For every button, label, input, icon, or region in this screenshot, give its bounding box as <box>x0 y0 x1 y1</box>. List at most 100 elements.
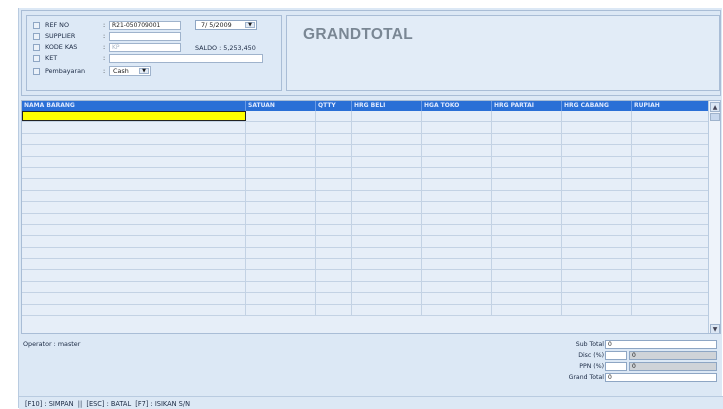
column-header[interactable]: QTTY <box>316 101 352 111</box>
column-header[interactable]: RUPIAH <box>632 101 709 111</box>
table-cell[interactable] <box>422 156 492 167</box>
table-cell[interactable] <box>22 293 246 304</box>
table-cell[interactable] <box>246 167 316 179</box>
table-row[interactable] <box>22 293 709 305</box>
table-cell[interactable] <box>352 156 422 167</box>
table-cell[interactable] <box>246 202 316 213</box>
table-cell[interactable] <box>492 190 562 202</box>
column-header[interactable]: HRG CABANG <box>562 101 632 111</box>
pembayaran-checkbox[interactable] <box>33 67 40 75</box>
table-cell[interactable] <box>422 213 492 224</box>
table-cell[interactable] <box>422 236 492 247</box>
table-cell[interactable] <box>246 304 316 316</box>
table-cell[interactable] <box>492 213 562 224</box>
table-cell[interactable] <box>632 304 709 316</box>
table-cell[interactable] <box>352 190 422 202</box>
table-cell[interactable] <box>22 156 246 167</box>
chevron-down-icon[interactable]: ▼ <box>245 22 255 28</box>
table-cell[interactable] <box>316 179 352 190</box>
table-cell[interactable] <box>316 133 352 145</box>
table-cell[interactable] <box>316 293 352 304</box>
ppn-percent-field[interactable] <box>605 362 627 371</box>
table-cell[interactable] <box>352 236 422 247</box>
table-cell[interactable] <box>562 111 632 122</box>
table-cell[interactable] <box>22 270 246 281</box>
table-cell[interactable] <box>316 224 352 236</box>
table-cell[interactable] <box>22 259 246 270</box>
table-cell[interactable] <box>352 111 422 122</box>
table-cell[interactable] <box>492 247 562 259</box>
table-cell[interactable] <box>316 122 352 133</box>
table-cell[interactable] <box>316 145 352 156</box>
table-cell[interactable] <box>352 247 422 259</box>
table-cell[interactable] <box>632 270 709 281</box>
table-cell[interactable] <box>632 293 709 304</box>
supplier-field[interactable] <box>109 31 181 41</box>
table-cell[interactable] <box>22 179 246 190</box>
table-row[interactable] <box>22 111 709 123</box>
table-row[interactable] <box>22 224 709 237</box>
table-row[interactable] <box>22 270 709 282</box>
table-cell[interactable] <box>352 224 422 236</box>
table-row[interactable] <box>22 145 709 157</box>
scroll-down-icon[interactable]: ▼ <box>710 324 720 333</box>
table-cell[interactable] <box>562 270 632 281</box>
table-cell[interactable] <box>632 179 709 190</box>
scroll-up-icon[interactable]: ▲ <box>710 102 720 112</box>
active-cell[interactable] <box>22 111 246 122</box>
table-row[interactable] <box>22 179 709 191</box>
table-cell[interactable] <box>632 236 709 247</box>
table-cell[interactable] <box>562 236 632 247</box>
table-cell[interactable] <box>632 167 709 179</box>
column-header[interactable]: NAMA BARANG <box>22 101 246 111</box>
table-cell[interactable] <box>246 179 316 190</box>
table-cell[interactable] <box>246 111 316 122</box>
pembayaran-select[interactable]: Cash ▼ <box>109 66 151 76</box>
table-cell[interactable] <box>562 122 632 133</box>
table-cell[interactable] <box>492 304 562 316</box>
table-cell[interactable] <box>422 304 492 316</box>
column-header[interactable]: SATUAN <box>246 101 316 111</box>
table-cell[interactable] <box>352 122 422 133</box>
table-cell[interactable] <box>316 259 352 270</box>
table-cell[interactable] <box>422 111 492 122</box>
column-header[interactable]: HRG PARTAI <box>492 101 562 111</box>
table-row[interactable] <box>22 167 709 180</box>
table-cell[interactable] <box>422 224 492 236</box>
table-cell[interactable] <box>492 270 562 281</box>
table-cell[interactable] <box>492 293 562 304</box>
table-cell[interactable] <box>562 133 632 145</box>
table-cell[interactable] <box>22 190 246 202</box>
table-cell[interactable] <box>352 281 422 293</box>
table-cell[interactable] <box>422 122 492 133</box>
table-row[interactable] <box>22 122 709 134</box>
table-cell[interactable] <box>422 167 492 179</box>
table-cell[interactable] <box>352 213 422 224</box>
column-header[interactable]: HRG BELI <box>352 101 422 111</box>
table-cell[interactable] <box>246 122 316 133</box>
table-cell[interactable] <box>316 202 352 213</box>
table-cell[interactable] <box>352 270 422 281</box>
table-cell[interactable] <box>562 281 632 293</box>
table-cell[interactable] <box>562 259 632 270</box>
table-cell[interactable] <box>246 236 316 247</box>
disc-percent-field[interactable] <box>605 351 627 360</box>
table-cell[interactable] <box>492 111 562 122</box>
table-cell[interactable] <box>352 202 422 213</box>
table-cell[interactable] <box>22 202 246 213</box>
table-cell[interactable] <box>632 281 709 293</box>
table-row[interactable] <box>22 133 709 146</box>
table-cell[interactable] <box>562 156 632 167</box>
table-cell[interactable] <box>632 111 709 122</box>
table-row[interactable] <box>22 190 709 203</box>
sub-total-field[interactable]: 0 <box>605 340 717 349</box>
items-grid[interactable]: NAMA BARANG SATUAN QTTY HRG BELI HGA TOKO HRG… <box>21 100 721 334</box>
table-cell[interactable] <box>562 247 632 259</box>
table-cell[interactable] <box>316 247 352 259</box>
table-cell[interactable] <box>352 145 422 156</box>
table-cell[interactable] <box>422 145 492 156</box>
table-cell[interactable] <box>22 224 246 236</box>
table-cell[interactable] <box>492 145 562 156</box>
table-cell[interactable] <box>316 270 352 281</box>
table-cell[interactable] <box>492 259 562 270</box>
